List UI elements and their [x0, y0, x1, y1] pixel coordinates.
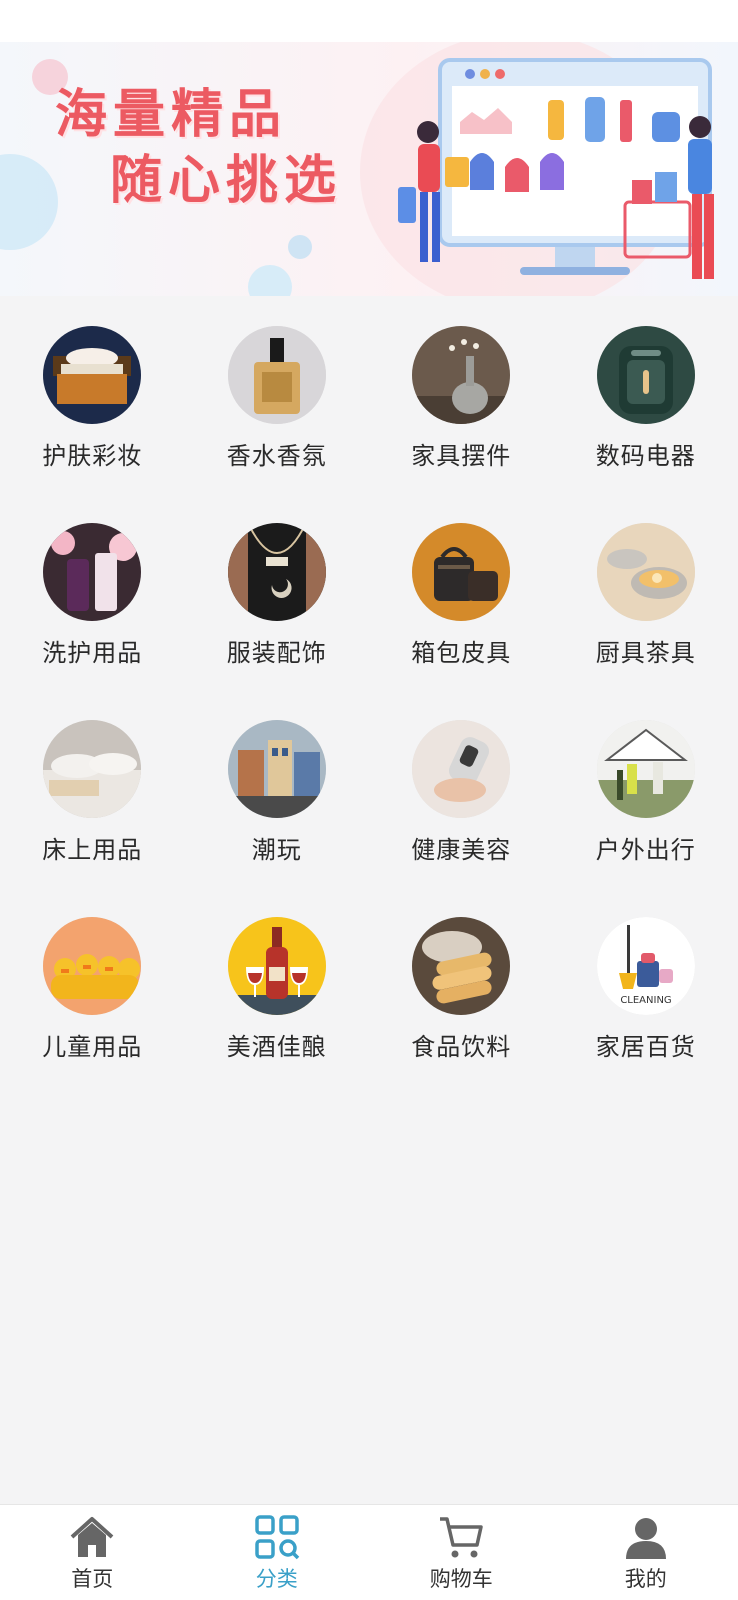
- category-label: 家具摆件: [411, 442, 512, 470]
- category-children[interactable]: 儿童用品: [0, 915, 185, 1112]
- tab-label: 我的: [624, 1567, 667, 1591]
- category-label: 家居百货: [595, 1033, 696, 1061]
- user-icon: [625, 1518, 666, 1559]
- category-label: 户外出行: [595, 836, 696, 864]
- tab-label: 购物车: [429, 1567, 493, 1591]
- category-label: 食品饮料: [411, 1033, 512, 1061]
- cleaning-thumb: CLEANING: [596, 917, 695, 1015]
- tab-category[interactable]: 分类: [185, 1505, 370, 1600]
- necklace-thumb: [227, 523, 326, 621]
- perfume-thumb: [227, 326, 326, 424]
- home-icon: [70, 1517, 114, 1557]
- category-grid: 护肤彩妆 香水香氛 家具摆件 数码电器 洗护用品 服装配饰 箱包皮具 厨具茶具 …: [0, 296, 738, 1112]
- category-trendy-toys[interactable]: 潮玩: [185, 718, 370, 915]
- wine-thumb: [227, 917, 326, 1015]
- category-label: 护肤彩妆: [42, 442, 143, 470]
- vase-thumb: [412, 326, 511, 424]
- status-bar-space: [0, 0, 738, 42]
- banner-slogan-line2: 随心挑选: [110, 151, 343, 211]
- category-label: 儿童用品: [42, 1033, 143, 1061]
- category-wine[interactable]: 美酒佳酿: [185, 915, 370, 1112]
- tent-thumb: [596, 720, 695, 818]
- category-label: 厨具茶具: [595, 639, 696, 667]
- category-label: 美酒佳酿: [226, 1033, 327, 1061]
- lotion-thumb: [43, 523, 142, 621]
- category-bedding[interactable]: 床上用品: [0, 718, 185, 915]
- category-skincare[interactable]: 护肤彩妆: [0, 324, 185, 521]
- category-food-drink[interactable]: 食品饮料: [369, 915, 554, 1112]
- category-kitchen-tea[interactable]: 厨具茶具: [554, 521, 738, 718]
- tab-profile[interactable]: 我的: [554, 1505, 738, 1600]
- category-household[interactable]: CLEANING 家居百货: [554, 915, 738, 1112]
- category-digital-appliances[interactable]: 数码电器: [554, 324, 738, 521]
- category-label: 数码电器: [595, 442, 696, 470]
- category-bags-leather[interactable]: 箱包皮具: [369, 521, 554, 718]
- tab-home[interactable]: 首页: [0, 1505, 185, 1600]
- category-label: 床上用品: [42, 836, 143, 864]
- airfryer-thumb: [596, 326, 695, 424]
- banner-slogan-line1: 海量精品: [55, 85, 288, 145]
- category-apparel-accessories[interactable]: 服装配饰: [185, 521, 370, 718]
- bedding-thumb: [43, 720, 142, 818]
- category-label: 潮玩: [251, 836, 302, 864]
- tab-label: 首页: [71, 1567, 114, 1591]
- banner-slogan: 海量精品 随心挑选: [55, 82, 342, 214]
- skincare-thumb: [43, 326, 142, 424]
- bottom-tab-bar: 首页 分类 购物车 我的: [0, 1504, 738, 1600]
- bag-thumb: [412, 523, 511, 621]
- duck-thumb: [43, 917, 142, 1015]
- category-label: 香水香氛: [226, 442, 327, 470]
- category-perfume[interactable]: 香水香氛: [185, 324, 370, 521]
- category-outdoor[interactable]: 户外出行: [554, 718, 738, 915]
- category-health-beauty[interactable]: 健康美容: [369, 718, 554, 915]
- tab-label: 分类: [255, 1567, 298, 1591]
- food-thumb: [412, 917, 511, 1015]
- category-furniture-decor[interactable]: 家具摆件: [369, 324, 554, 521]
- category-toiletries[interactable]: 洗护用品: [0, 521, 185, 718]
- category-label: 服装配饰: [226, 639, 327, 667]
- category-label: 箱包皮具: [411, 639, 512, 667]
- tab-cart[interactable]: 购物车: [369, 1505, 554, 1600]
- pot-thumb: [596, 523, 695, 621]
- cart-icon: [440, 1517, 483, 1558]
- category-icon: [255, 1515, 299, 1560]
- category-label: 洗护用品: [42, 639, 143, 667]
- beauty-device-thumb: [412, 720, 511, 818]
- category-label: 健康美容: [411, 836, 512, 864]
- cleaning-caption: CLEANING: [620, 995, 671, 1006]
- lego-thumb: [227, 720, 326, 818]
- promo-banner[interactable]: 海量精品 随心挑选: [0, 42, 738, 296]
